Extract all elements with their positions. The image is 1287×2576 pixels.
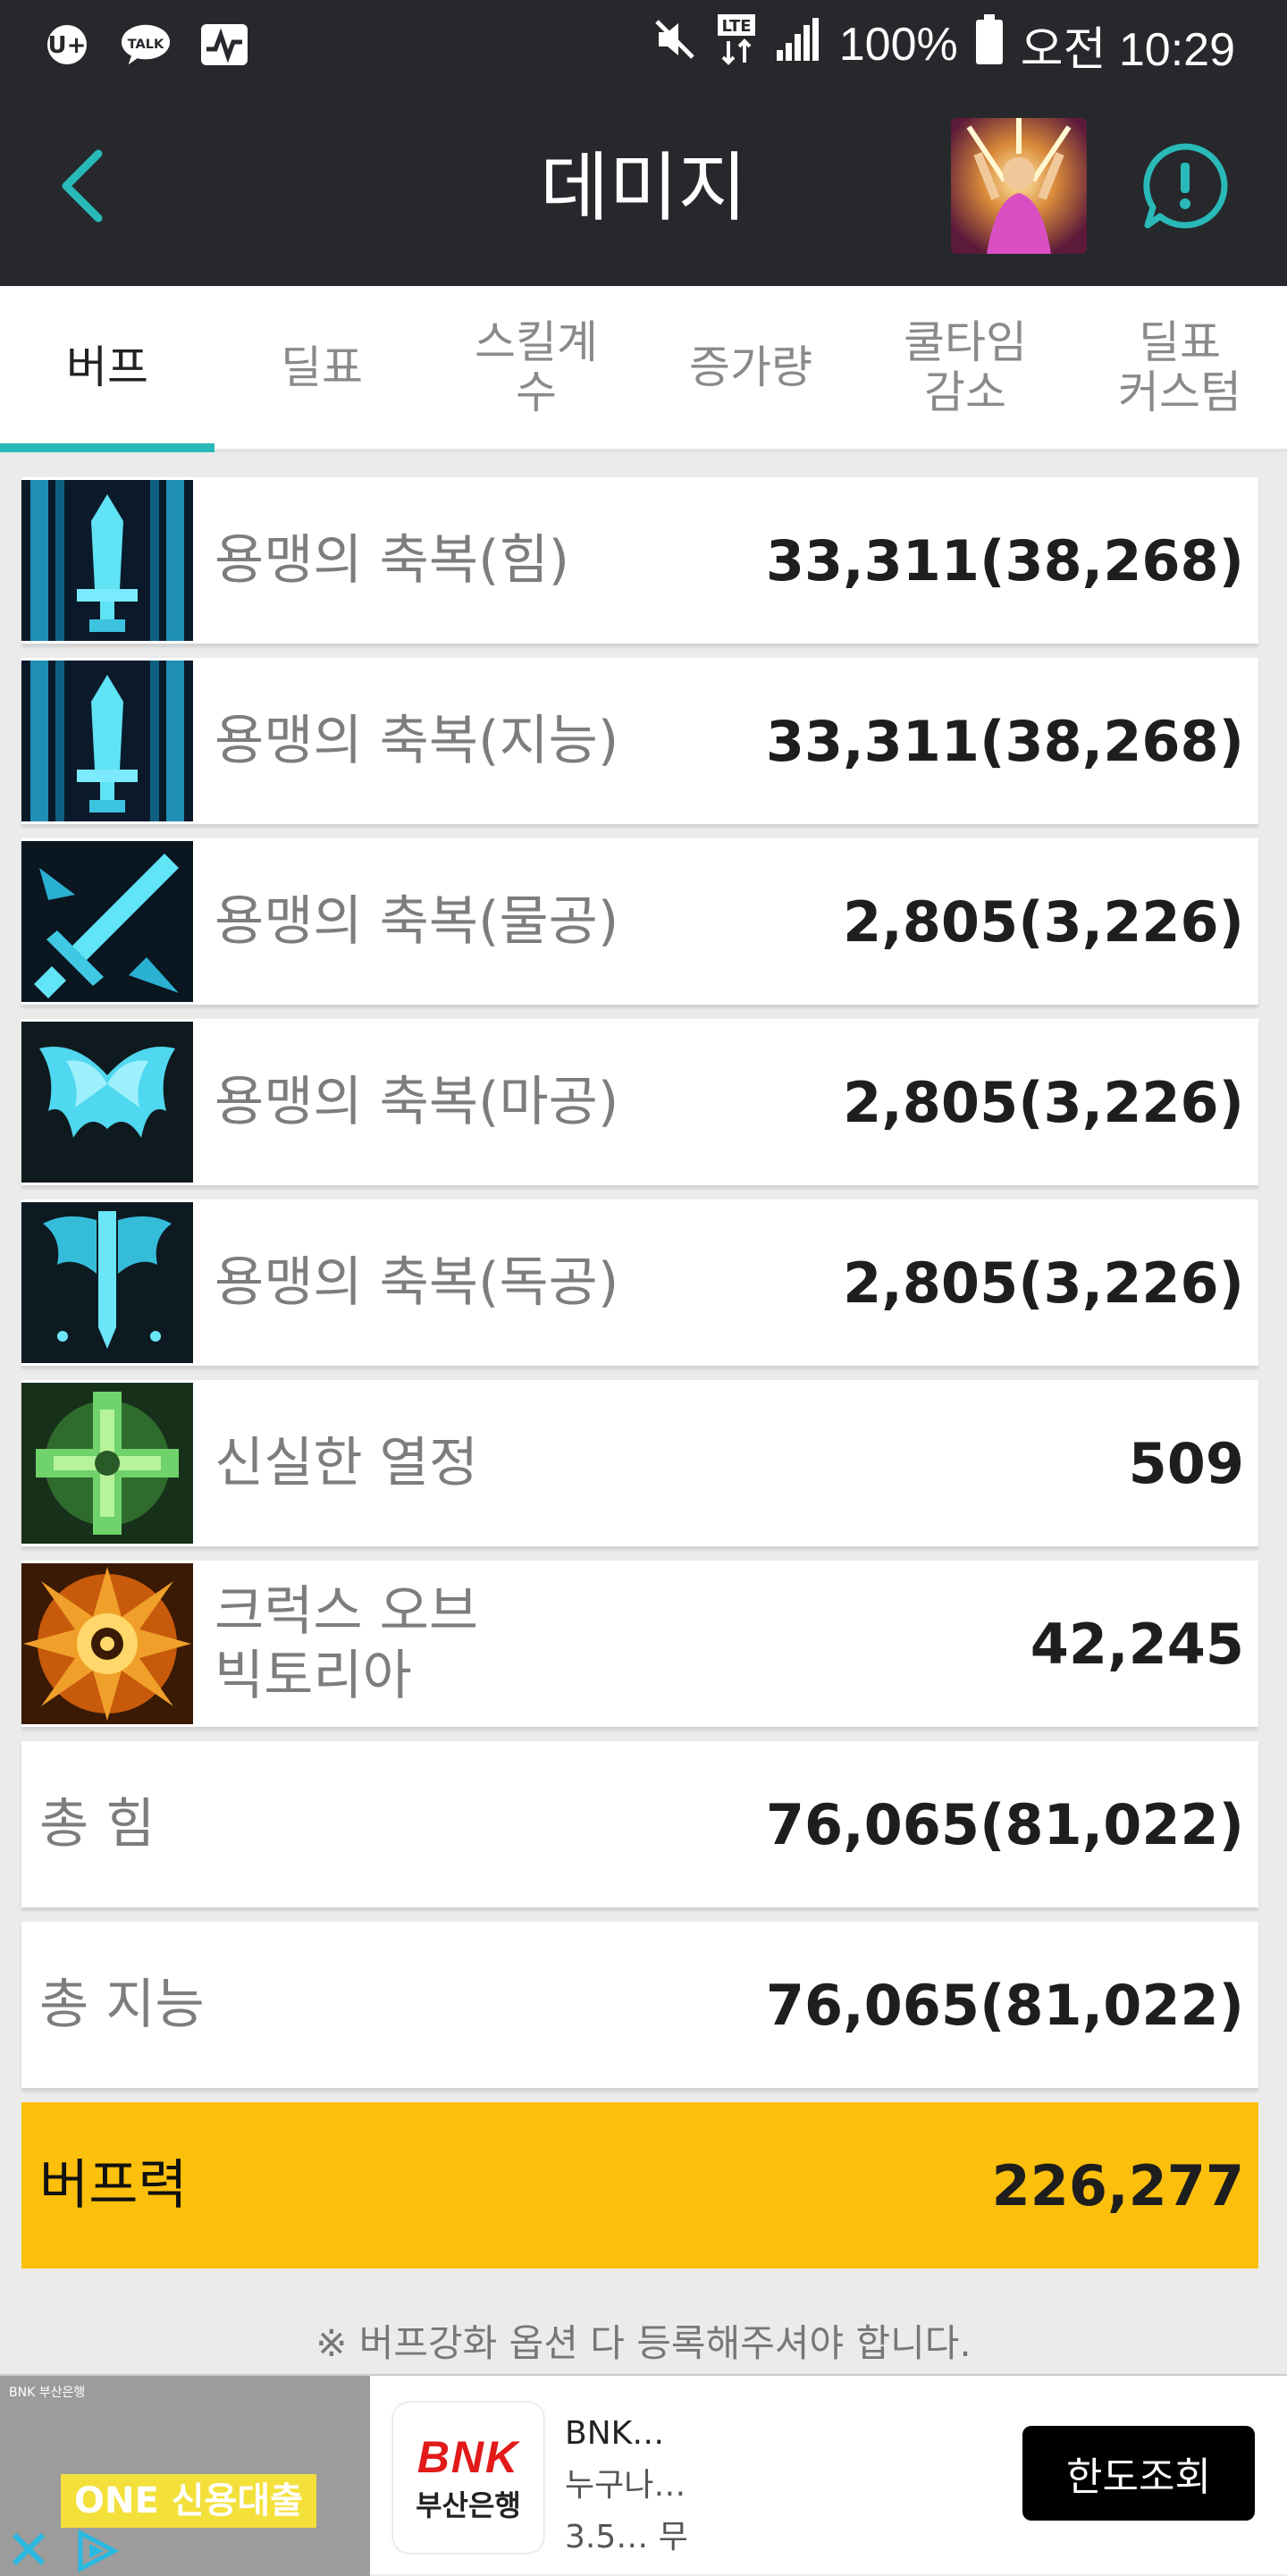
tab-skill-coefficient[interactable]: 스킬계 수	[429, 286, 644, 449]
close-icon	[12, 2532, 46, 2566]
ad-cta-button[interactable]: 한도조회	[1022, 2426, 1255, 2521]
buff-name: 용맹의 축복(독공)	[214, 1251, 619, 1314]
orange-sun-icon	[21, 1563, 193, 1724]
total-value: 76,065(81,022)	[765, 1972, 1244, 2038]
tab-deal-table[interactable]: 딜표	[214, 286, 429, 449]
winged-sword-icon	[21, 1202, 193, 1363]
buff-value: 2,805(3,226)	[843, 888, 1244, 955]
buff-power-row: 버프력 226,277	[21, 2102, 1258, 2269]
ad-banner[interactable]: BNK 부산은행 ONE 신용대출 BNK 부산은행 BNK… 누구나… 3.5…	[0, 2374, 1287, 2576]
buff-value: 2,805(3,226)	[843, 1250, 1244, 1316]
buff-name: 용맹의 축복(지능)	[214, 710, 619, 772]
total-intelligence-row: 총 지능 76,065(81,022)	[21, 1922, 1258, 2088]
ad-text: BNK… 누구나… 3.5… 무	[565, 2408, 688, 2563]
lte-icon: LTE	[716, 13, 757, 78]
tab-deal-custom[interactable]: 딜표 커스텀	[1072, 286, 1287, 449]
ad-title: BNK…	[565, 2415, 665, 2452]
battery-icon	[975, 13, 1003, 76]
clock: 오전 10:29	[1020, 23, 1235, 76]
buff-row: 용맹의 축복(지능) 33,311(38,268)	[21, 658, 1258, 824]
buff-list: 용맹의 축복(힘) 33,311(38,268) 용맹의 축복(지능) 33,3…	[21, 477, 1258, 2283]
wings-icon	[21, 1022, 193, 1183]
back-button[interactable]	[52, 141, 123, 231]
ad-line2: 누구나…	[565, 2467, 686, 2504]
kakaotalk-icon: TALK	[120, 22, 172, 67]
ad-brand-sub: 부산은행	[416, 2488, 521, 2522]
u-plus-icon: U+	[41, 22, 93, 67]
total-label: 총 힘	[39, 1793, 156, 1856]
report-button[interactable]	[1140, 141, 1230, 231]
svg-text:U+: U+	[48, 32, 87, 59]
sword-icon	[21, 661, 193, 821]
ad-brand: BNK	[416, 2432, 520, 2482]
advertiser-logo: BNK 부산은행	[393, 2403, 543, 2553]
app-bar: 데미지	[0, 89, 1287, 286]
page-title: 데미지	[540, 144, 747, 232]
buff-name: 크럭스 오브 빅토리아	[214, 1580, 479, 1707]
chevron-left-icon	[62, 149, 103, 223]
character-avatar[interactable]	[951, 118, 1087, 254]
notice-text: ※ 버프강화 옵션 다 등록해주셔야 합니다.	[315, 2321, 972, 2365]
buff-value: 42,245	[1030, 1611, 1244, 1677]
buff-value: 509	[1128, 1430, 1244, 1496]
buff-power-label: 버프력	[39, 2154, 188, 2217]
alert-bubble-icon	[1143, 143, 1228, 229]
mute-icon	[652, 16, 698, 74]
activity-icon	[198, 22, 250, 67]
signal-icon	[775, 16, 821, 74]
total-value: 76,065(81,022)	[765, 1791, 1244, 1857]
buff-value: 2,805(3,226)	[843, 1069, 1244, 1135]
tab-bar: 버프 딜표 스킬계 수 증가량 쿨타임 감소 딜표 커스텀	[0, 286, 1287, 452]
ad-close-button[interactable]	[9, 2530, 48, 2569]
play-icon	[78, 2529, 120, 2573]
buff-name: 신실한 열정	[214, 1432, 479, 1494]
ad-choices-button[interactable]	[72, 2529, 122, 2573]
buff-name: 용맹의 축복(물공)	[214, 890, 619, 953]
buff-row: 용맹의 축복(물공) 2,805(3,226)	[21, 838, 1258, 1005]
battery-percent: 100%	[838, 19, 958, 71]
tab-buff[interactable]: 버프	[0, 286, 214, 452]
buff-row: 용맹의 축복(독공) 2,805(3,226)	[21, 1200, 1258, 1366]
buff-name: 용맹의 축복(마공)	[214, 1071, 619, 1133]
ad-image[interactable]: BNK 부산은행 ONE 신용대출	[0, 2376, 370, 2576]
buff-row: 용맹의 축복(힘) 33,311(38,268)	[21, 477, 1258, 644]
ad-banner-text: ONE 신용대출	[61, 2474, 316, 2528]
tab-increase[interactable]: 증가량	[644, 286, 858, 449]
buff-name: 용맹의 축복(힘)	[214, 529, 570, 592]
svg-text:LTE: LTE	[721, 17, 751, 36]
ad-line3: 3.5… 무	[565, 2519, 688, 2555]
slash-sword-icon	[21, 841, 193, 1002]
ad-tiny-header: BNK 부산은행	[9, 2386, 86, 2400]
buff-power-value: 226,277	[991, 2152, 1244, 2218]
total-strength-row: 총 힘 76,065(81,022)	[21, 1741, 1258, 1907]
status-bar: U+ TALK LTE 100% 오전 10:29	[0, 0, 1287, 89]
sword-icon	[21, 480, 193, 641]
buff-row: 용맹의 축복(마공) 2,805(3,226)	[21, 1019, 1258, 1185]
buff-row: 신실한 열정 509	[21, 1380, 1258, 1546]
tab-cooldown-reduction[interactable]: 쿨타임 감소	[858, 286, 1072, 449]
buff-value: 33,311(38,268)	[765, 527, 1244, 593]
buff-row: 크럭스 오브 빅토리아 42,245	[21, 1561, 1258, 1727]
kakao-label: TALK	[128, 38, 164, 52]
buff-value: 33,311(38,268)	[765, 708, 1244, 774]
green-cross-icon	[21, 1383, 193, 1544]
total-label: 총 지능	[39, 1974, 205, 2036]
